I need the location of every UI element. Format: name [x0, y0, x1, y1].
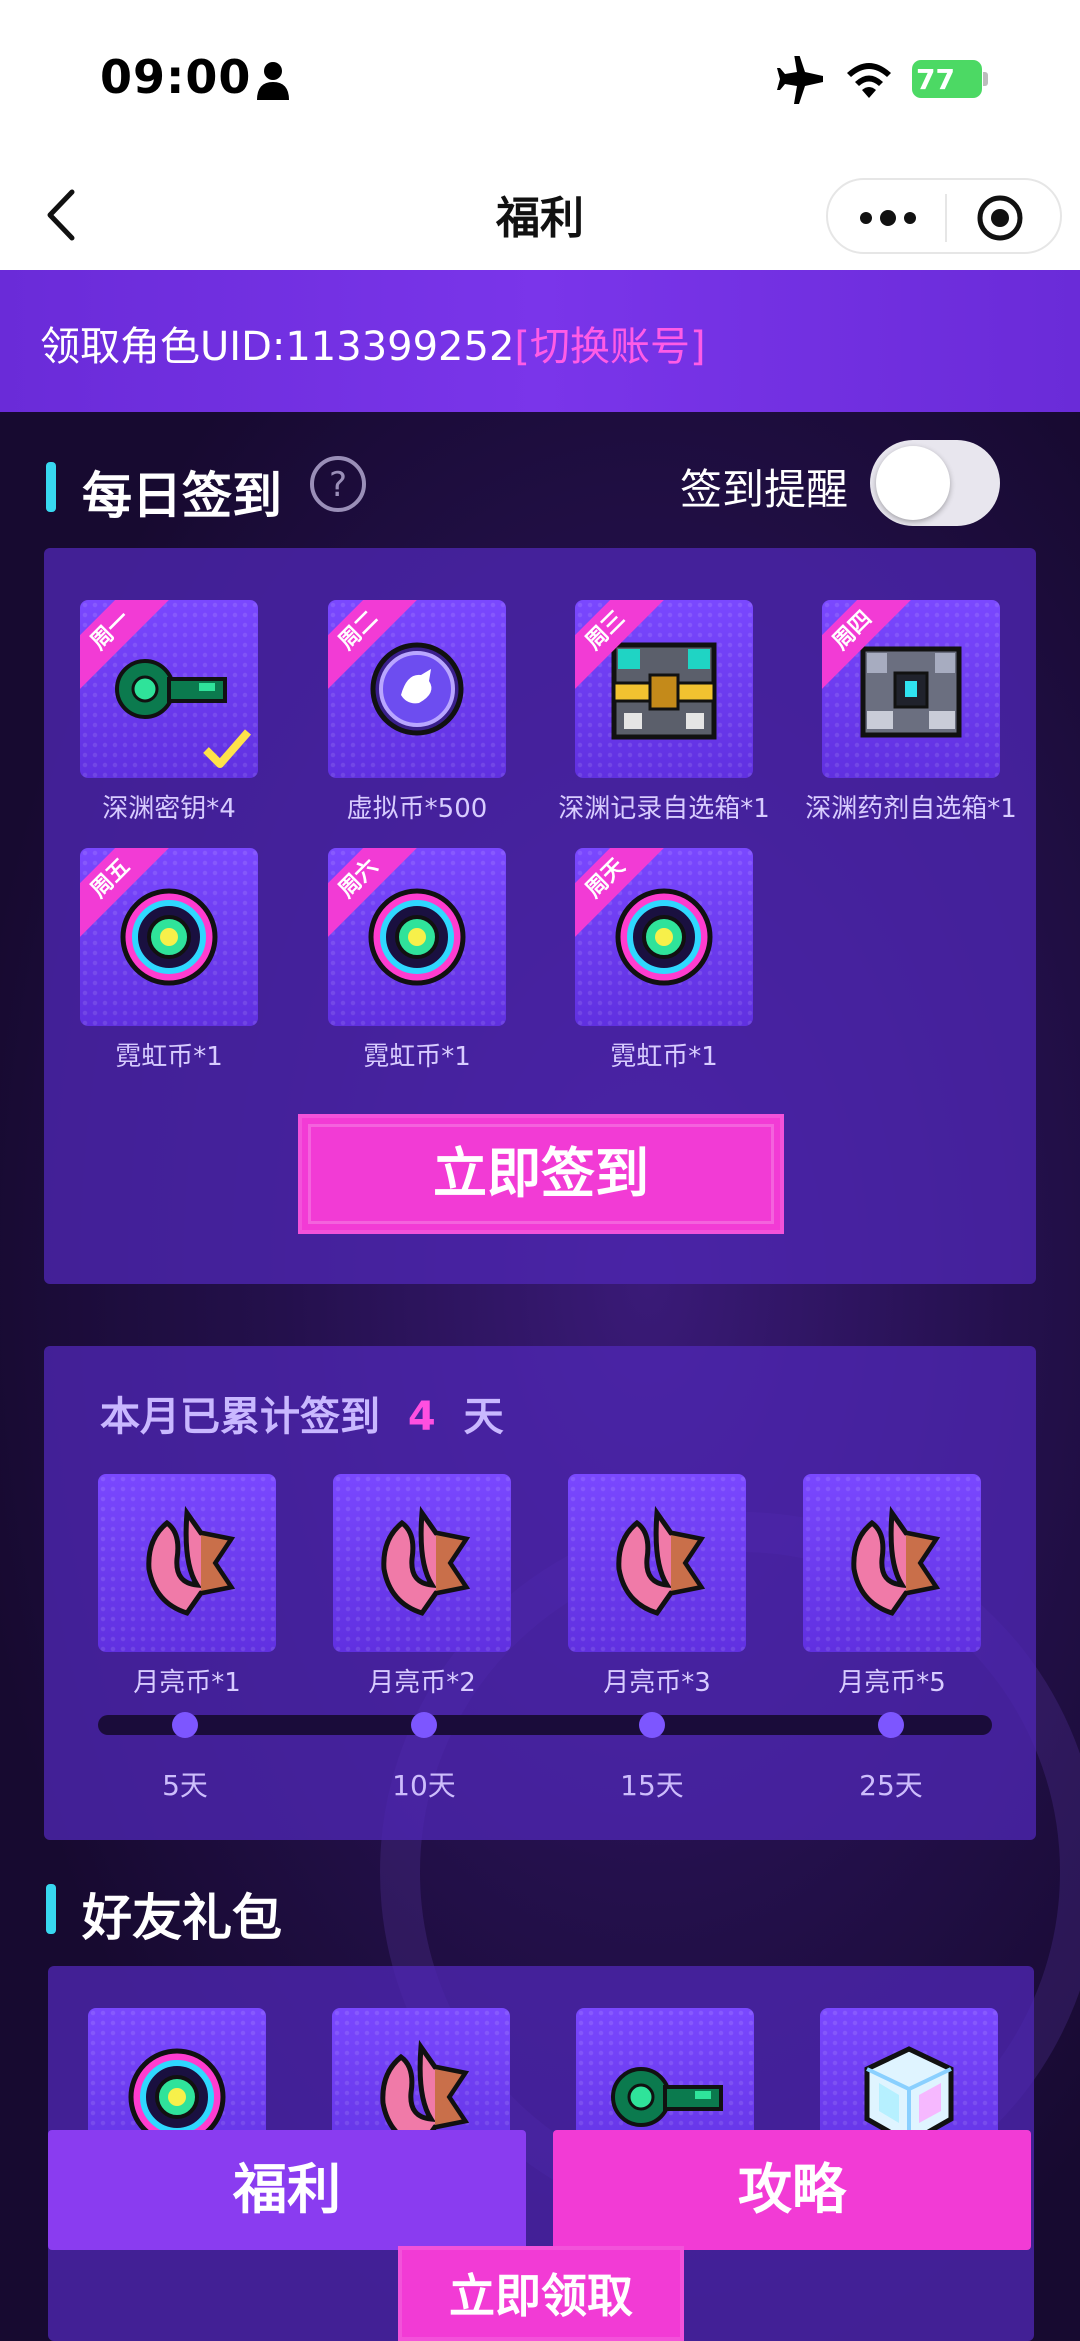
reward-label: 深渊密钥*4: [102, 794, 236, 824]
progress-milestone: [172, 1712, 198, 1738]
account-bar: 领取角色UID:113399252[切换账号]: [0, 270, 1080, 412]
purple-coin-icon: [370, 642, 464, 736]
reward-label: 虚拟币*500: [346, 794, 488, 824]
monthly-reward-tile[interactable]: [568, 1474, 746, 1652]
neon-coin-icon: [368, 888, 466, 986]
monthly-reward-tile[interactable]: [333, 1474, 511, 1652]
check-icon: [203, 729, 252, 768]
status-bar: 09:00 77: [0, 0, 1080, 160]
claim-gift-label: 立即领取: [449, 2269, 633, 2323]
moon-coin-icon: [851, 1505, 941, 1616]
reward-tile-sun[interactable]: 周天: [575, 848, 753, 1026]
daily-signin-header: 每日签到 ?: [40, 450, 640, 525]
reward-tile-fri[interactable]: 周五: [80, 848, 258, 1026]
monthly-title: 本月已累计签到 4 天: [100, 1384, 504, 1442]
navbar: 福利: [0, 160, 1080, 270]
milestone-days: 10天: [392, 1769, 456, 1802]
reward-label: 霓虹币*1: [610, 1042, 718, 1072]
friend-gift-title: 好友礼包: [82, 1889, 282, 1947]
reward-label: 深渊记录自选箱*1: [558, 794, 770, 824]
reward-label: 霓虹币*1: [363, 1042, 471, 1072]
moon-coin-icon: [381, 1505, 471, 1616]
tab-guide[interactable]: 攻略: [553, 2130, 1031, 2250]
close-miniprogram-icon[interactable]: [976, 194, 1024, 242]
reward-tile-tue[interactable]: 周二: [328, 600, 506, 778]
monthly-title-prefix: 本月已累计签到: [100, 1394, 380, 1440]
milestone-days: 15天: [620, 1769, 684, 1802]
reward-label: 霓虹币*1: [115, 1042, 223, 1072]
reward-label: 深渊药剂自选箱*1: [805, 794, 1017, 824]
potion-chest-icon: [860, 646, 962, 738]
tab-guide-label: 攻略: [738, 2158, 846, 2221]
record-chest-icon: [611, 642, 717, 740]
reward-tile-sat[interactable]: 周六: [328, 848, 506, 1026]
person-icon: [257, 62, 289, 100]
milestone-days: 5天: [162, 1769, 208, 1802]
help-icon[interactable]: ?: [308, 454, 368, 514]
reminder-toggle[interactable]: [870, 440, 1000, 526]
status-time: 09:00: [100, 50, 252, 104]
more-icon[interactable]: [858, 204, 918, 232]
switch-account-link[interactable]: [切换账号]: [514, 324, 705, 370]
progress-milestone: [411, 1712, 437, 1738]
monthly-reward-label: 月亮币*2: [368, 1668, 476, 1698]
monthly-reward-label: 月亮币*5: [838, 1668, 946, 1698]
moon-coin-icon: [146, 1505, 236, 1616]
progress-track: [98, 1715, 992, 1735]
neon-coin-icon: [615, 888, 713, 986]
reward-tile-mon[interactable]: 周一: [80, 600, 258, 778]
miniprogram-capsule: [826, 178, 1062, 254]
uid-text: 领取角色UID:113399252[切换账号]: [40, 314, 706, 372]
monthly-reward-label: 月亮币*1: [133, 1668, 241, 1698]
monthly-reward-label: 月亮币*3: [603, 1668, 711, 1698]
uid-value: 领取角色UID:113399252: [40, 324, 515, 370]
monthly-title-suffix: 天: [463, 1394, 504, 1440]
reminder-label: 签到提醒: [680, 465, 849, 514]
reward-tile-wed[interactable]: 周三: [575, 600, 753, 778]
sign-in-button[interactable]: 立即签到: [298, 1114, 784, 1234]
progress-milestone: [639, 1712, 665, 1738]
milestone-days: 25天: [859, 1769, 923, 1802]
airplane-icon: [777, 56, 823, 104]
svg-text:?: ?: [329, 465, 347, 505]
progress-milestone: [878, 1712, 904, 1738]
monthly-reward-tile[interactable]: [98, 1474, 276, 1652]
monthly-reward-tile[interactable]: [803, 1474, 981, 1652]
friend-gift-header: 好友礼包: [40, 1872, 440, 1947]
daily-signin-title: 每日签到: [82, 467, 282, 525]
reward-tile-thu[interactable]: 周四: [822, 600, 1000, 778]
tab-welfare[interactable]: 福利: [48, 2130, 526, 2250]
claim-gift-button[interactable]: 立即领取: [398, 2246, 684, 2341]
wifi-icon: [847, 63, 891, 98]
battery-level: 77: [916, 63, 955, 96]
monthly-count: 4: [407, 1394, 436, 1440]
battery-indicator: 77: [912, 60, 988, 98]
moon-coin-icon: [616, 1505, 706, 1616]
neon-coin-icon: [120, 888, 218, 986]
tab-welfare-label: 福利: [233, 2158, 341, 2221]
